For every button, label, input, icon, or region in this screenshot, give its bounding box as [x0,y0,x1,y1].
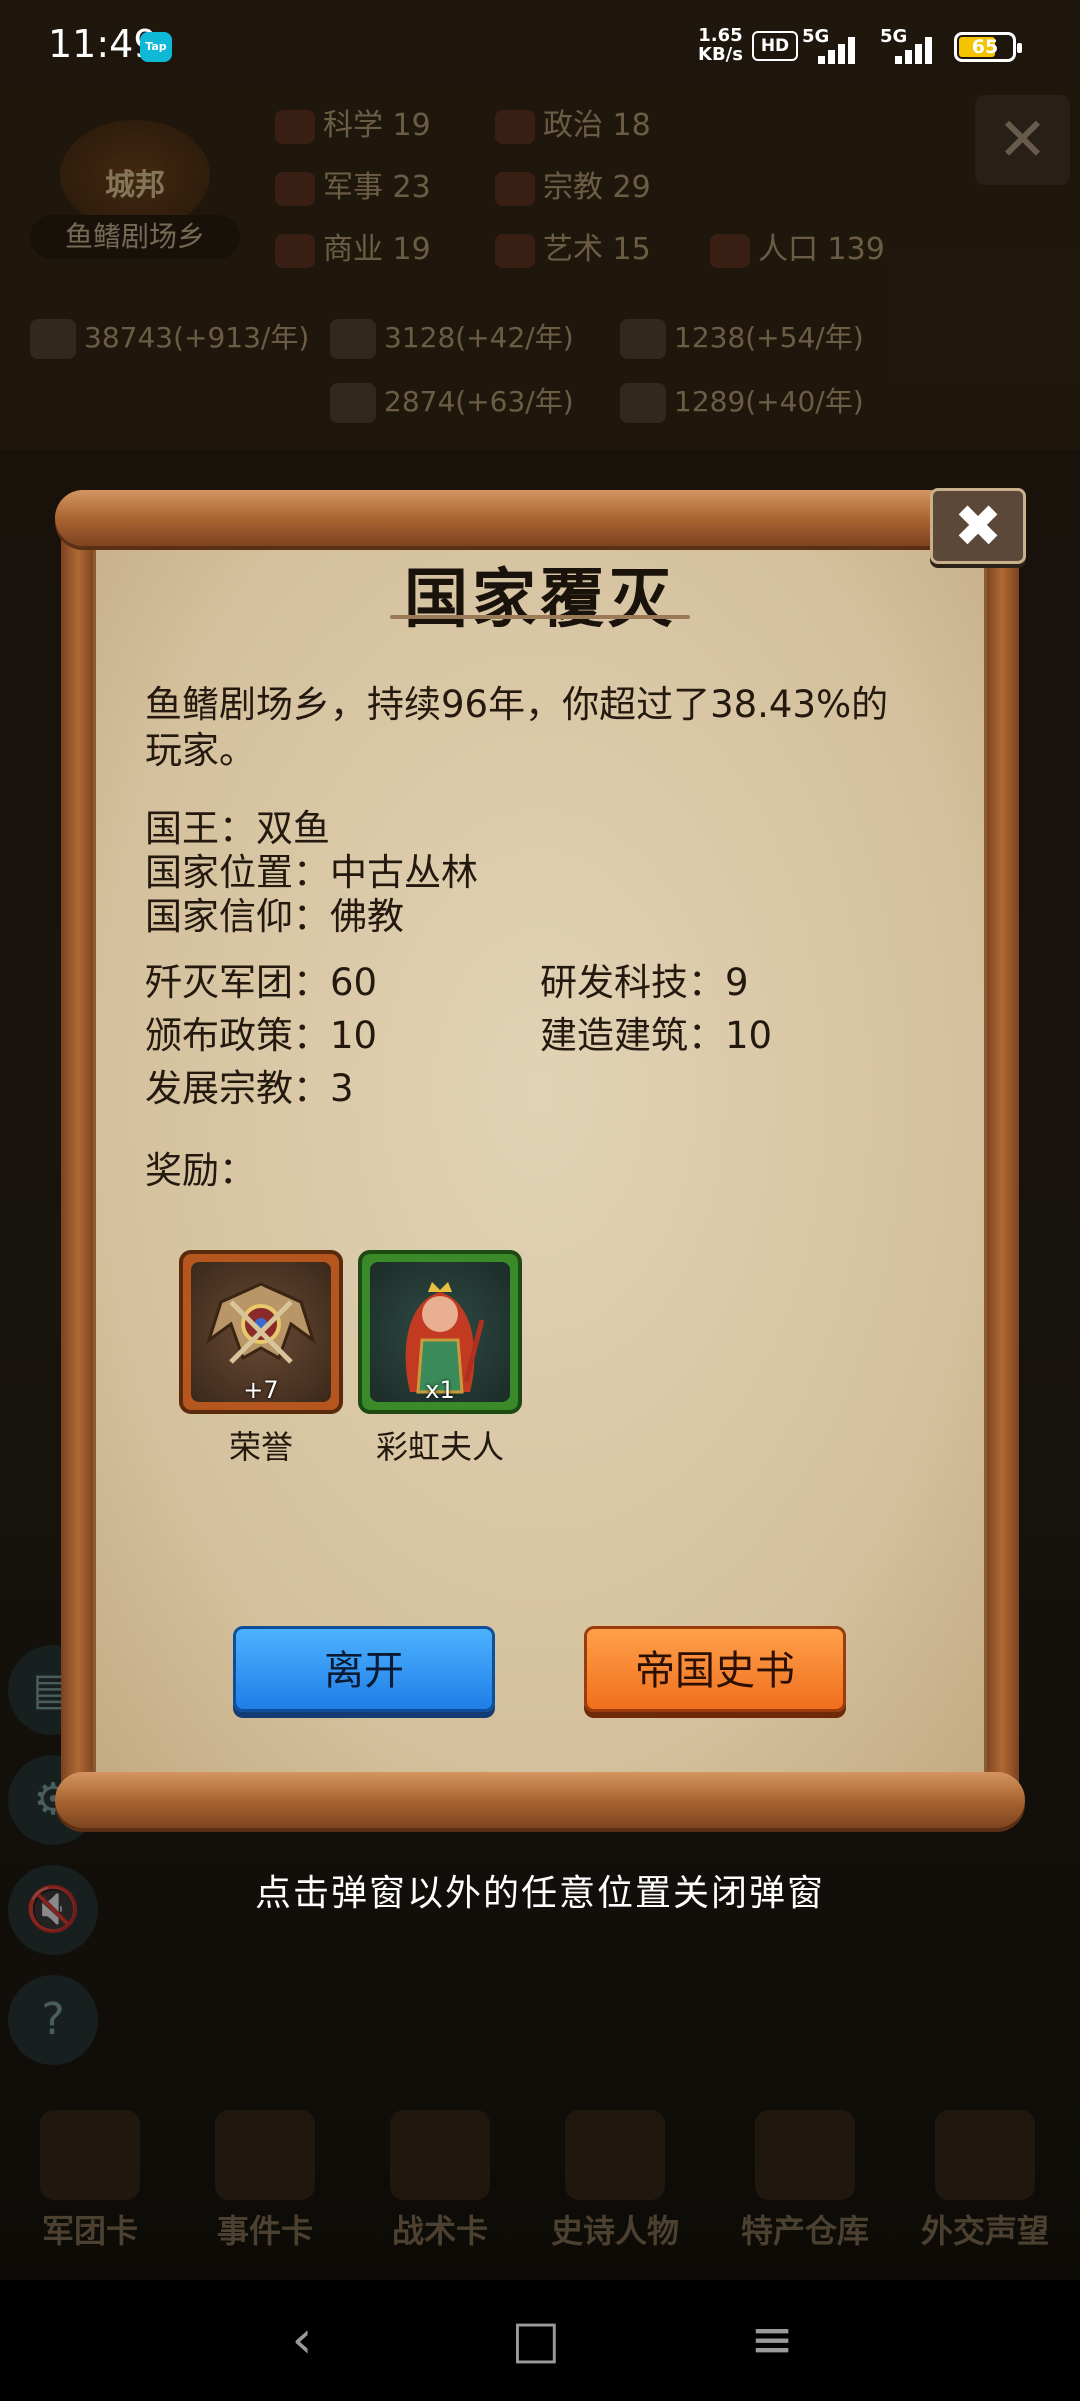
stat-destroyed-legions: 歼灭军团：60 [145,961,378,1004]
battery-icon: 65 [954,32,1022,62]
signal-icon [895,34,941,64]
back-icon[interactable]: ‹ [272,2310,332,2370]
reward-qty: x1 [425,1376,455,1404]
scroll-rod-bottom [55,1772,1025,1828]
reward-name: 彩虹夫人 [375,1428,504,1466]
stat-religions: 发展宗教：3 [145,1067,354,1110]
scroll-rod-top [55,490,1025,546]
system-navigation-bar: ‹ □ ≡ [0,2280,1080,2401]
reward-rainbow-lady[interactable]: x1 [358,1250,522,1414]
stat-researched-tech: 研发科技：9 [540,961,749,1004]
home-icon[interactable]: □ [506,2310,566,2370]
title-divider [390,615,690,619]
status-bar: 11:49 Tap 1.65 KB/s HD 5G 5G 65 [0,0,1080,90]
hd-voice-icon: HD [752,31,798,61]
result-summary: 鱼鳍剧场乡，持续96年，你超过了38.43%的玩家。 [145,683,889,772]
scroll-edge-left [61,530,95,1790]
reward-qty: +7 [243,1376,279,1404]
dialog-title: 国家覆灭 [404,563,676,637]
taptap-icon: Tap [140,32,172,62]
stat-buildings: 建造建筑：10 [540,1014,773,1057]
faith-info: 国家信仰：佛教 [145,895,404,938]
reward-honor[interactable]: +7 [179,1250,343,1414]
reward-name: 荣誉 [228,1428,293,1466]
empire-history-button[interactable]: 帝国史书 [584,1626,846,1712]
network-speed: 1.65 KB/s [698,25,743,65]
dismiss-hint: 点击弹窗以外的任意位置关闭弹窗 [254,1873,825,1914]
recent-apps-icon[interactable]: ≡ [742,2310,802,2370]
rewards-label: 奖励： [145,1149,256,1192]
scroll-edge-right [985,530,1019,1790]
stat-policies: 颁布政策：10 [145,1014,378,1057]
leave-button[interactable]: 离开 [233,1626,495,1712]
signal-icon [818,34,864,64]
